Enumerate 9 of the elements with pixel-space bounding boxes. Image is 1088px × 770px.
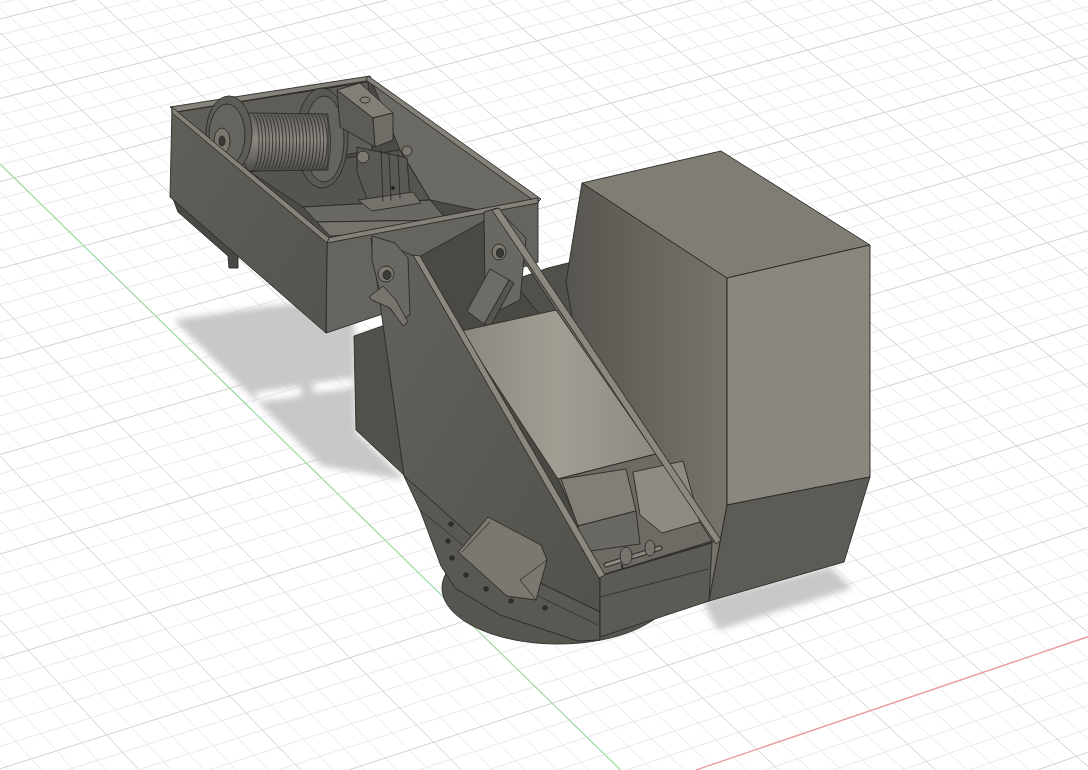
bolt-head (449, 555, 455, 561)
gusset-plate (466, 268, 515, 328)
bolt-head (542, 605, 548, 611)
bolt-head (448, 521, 454, 527)
bolt-head (445, 538, 451, 544)
bolt-head (483, 586, 489, 592)
latch-lever (368, 285, 409, 327)
bolt-head (463, 572, 469, 578)
bolt-head (508, 598, 514, 604)
